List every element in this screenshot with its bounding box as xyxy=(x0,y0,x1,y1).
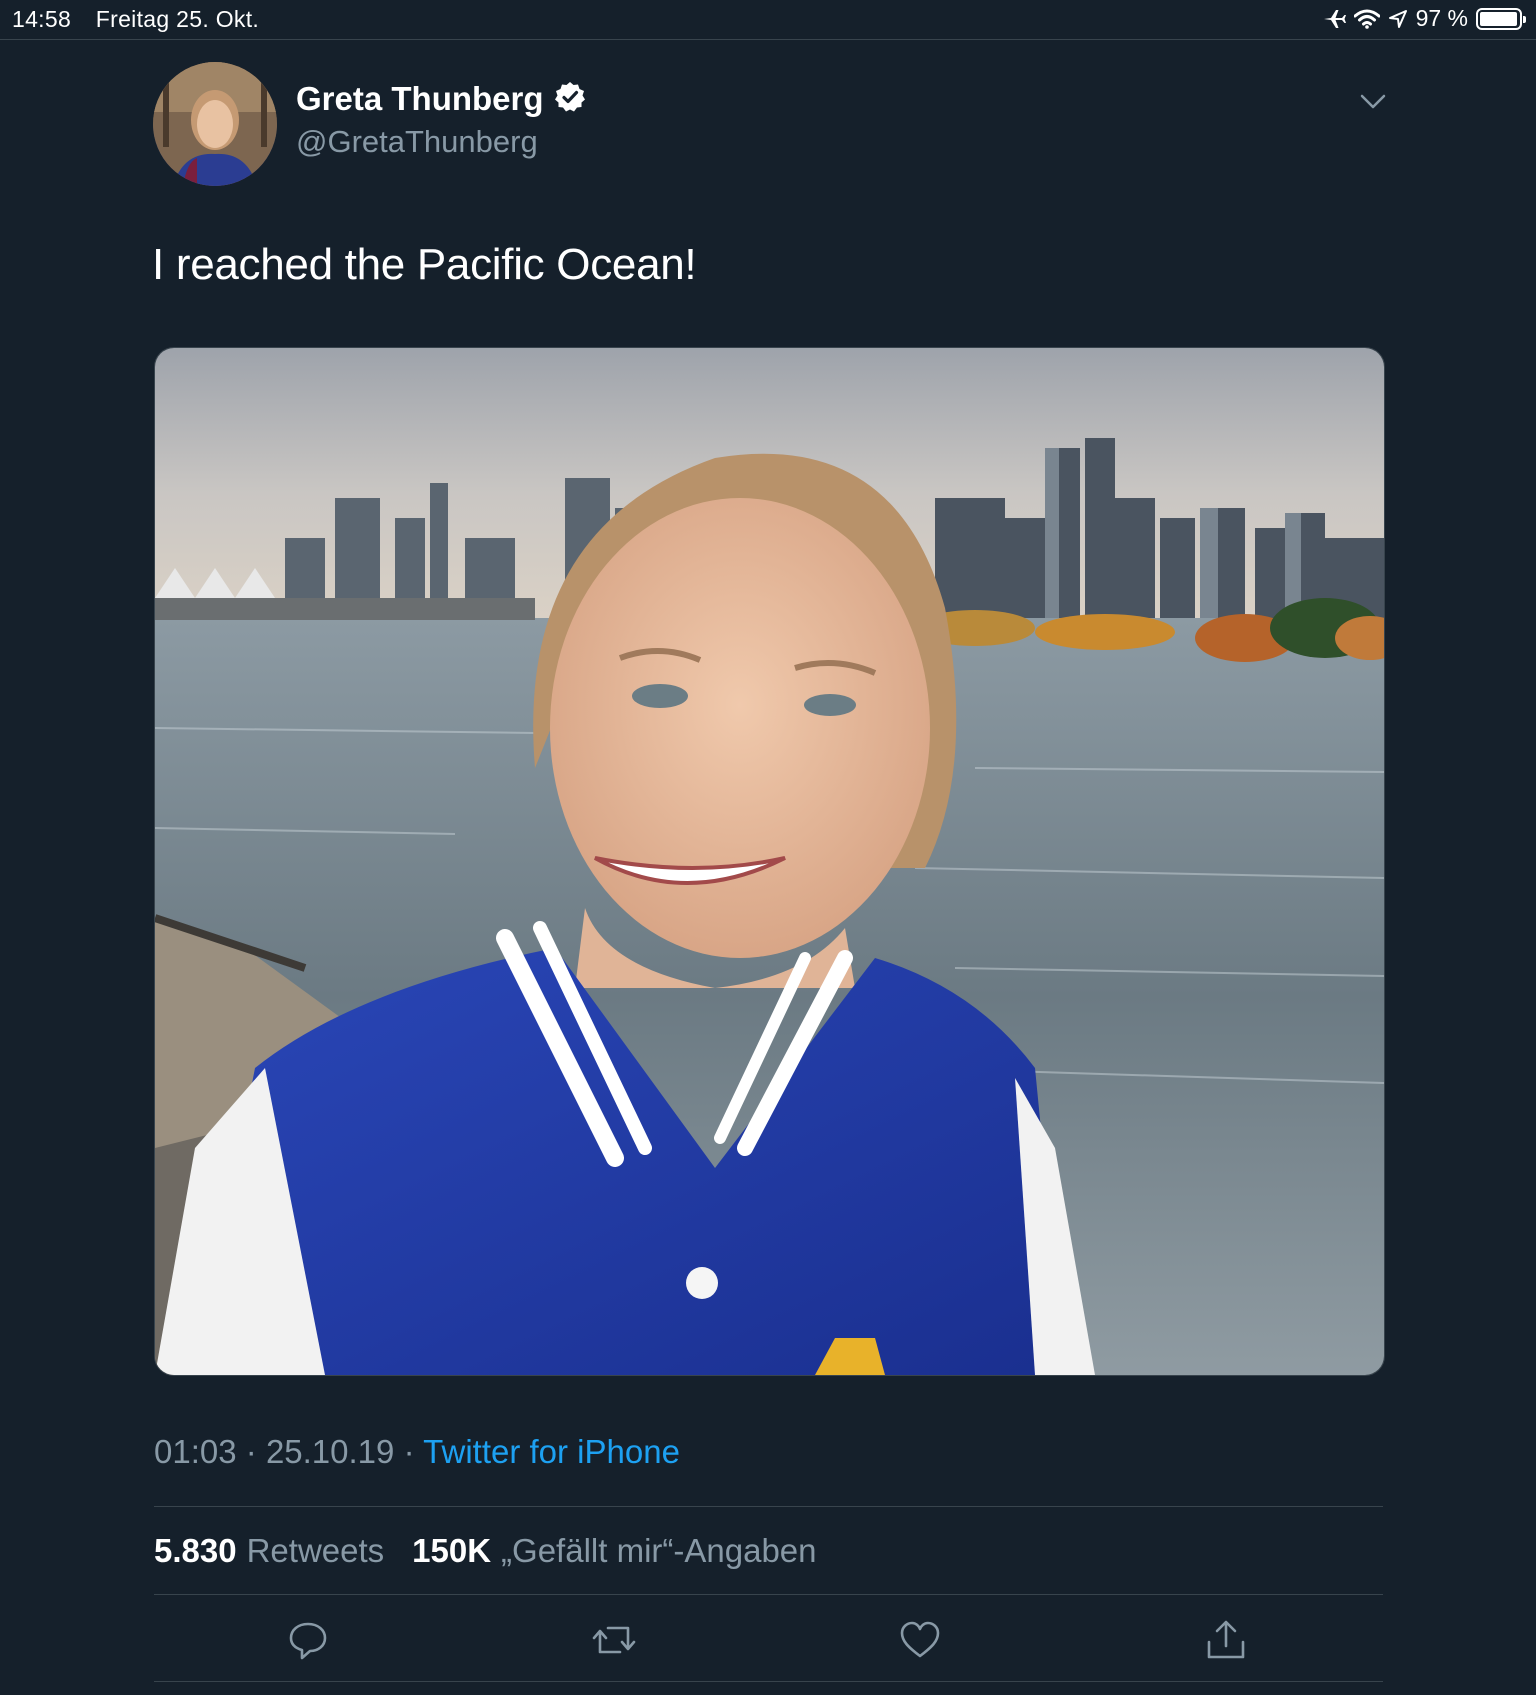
share-icon[interactable] xyxy=(1204,1618,1248,1662)
tweet-photo[interactable] xyxy=(154,347,1385,1376)
divider xyxy=(154,1506,1383,1507)
status-left: 14:58 Freitag 25. Okt. xyxy=(12,6,259,33)
chevron-down-icon[interactable] xyxy=(1360,94,1386,115)
status-date: Freitag 25. Okt. xyxy=(95,6,260,32)
tweet-time: 01:03 xyxy=(154,1433,237,1470)
battery-percent: 97 % xyxy=(1415,5,1468,31)
user-handle[interactable]: @GretaThunberg xyxy=(296,124,538,160)
battery-level xyxy=(1480,11,1517,26)
divider xyxy=(154,1594,1383,1595)
like-icon[interactable] xyxy=(898,1618,942,1662)
name-row[interactable]: Greta Thunberg xyxy=(296,80,586,118)
meta-separator: · xyxy=(403,1433,415,1470)
tweet-source-link[interactable]: Twitter for iPhone xyxy=(423,1433,680,1470)
tweet-date: 25.10.19 xyxy=(265,1433,395,1470)
like-count[interactable]: 150K xyxy=(412,1532,491,1570)
status-right: 97 % xyxy=(1322,5,1526,32)
tweet-stats: 5.830 Retweets 150K „Gefällt mir“-Angabe… xyxy=(154,1532,817,1570)
avatar[interactable] xyxy=(153,62,277,186)
display-name[interactable]: Greta Thunberg xyxy=(296,80,544,118)
status-bar: 14:58 Freitag 25. Okt. 97 % xyxy=(0,0,1536,40)
tweet-actions xyxy=(154,1618,1383,1662)
retweet-label[interactable]: Retweets xyxy=(247,1532,385,1570)
divider xyxy=(154,1681,1383,1682)
status-time: 14:58 xyxy=(12,6,72,32)
tweet-meta: 01:03 · 25.10.19 · Twitter for iPhone xyxy=(154,1433,680,1471)
battery-icon xyxy=(1476,7,1526,30)
wifi-icon xyxy=(1353,9,1380,29)
retweet-count[interactable]: 5.830 xyxy=(154,1532,237,1570)
retweet-icon[interactable] xyxy=(592,1618,636,1662)
like-label[interactable]: „Gefällt mir“-Angaben xyxy=(501,1532,816,1570)
meta-separator: · xyxy=(245,1433,257,1470)
reply-icon[interactable] xyxy=(286,1618,330,1662)
airplane-icon xyxy=(1322,8,1346,30)
location-arrow-icon xyxy=(1388,9,1408,29)
tweet-text: I reached the Pacific Ocean! xyxy=(152,240,697,289)
verified-badge-icon xyxy=(554,81,586,118)
